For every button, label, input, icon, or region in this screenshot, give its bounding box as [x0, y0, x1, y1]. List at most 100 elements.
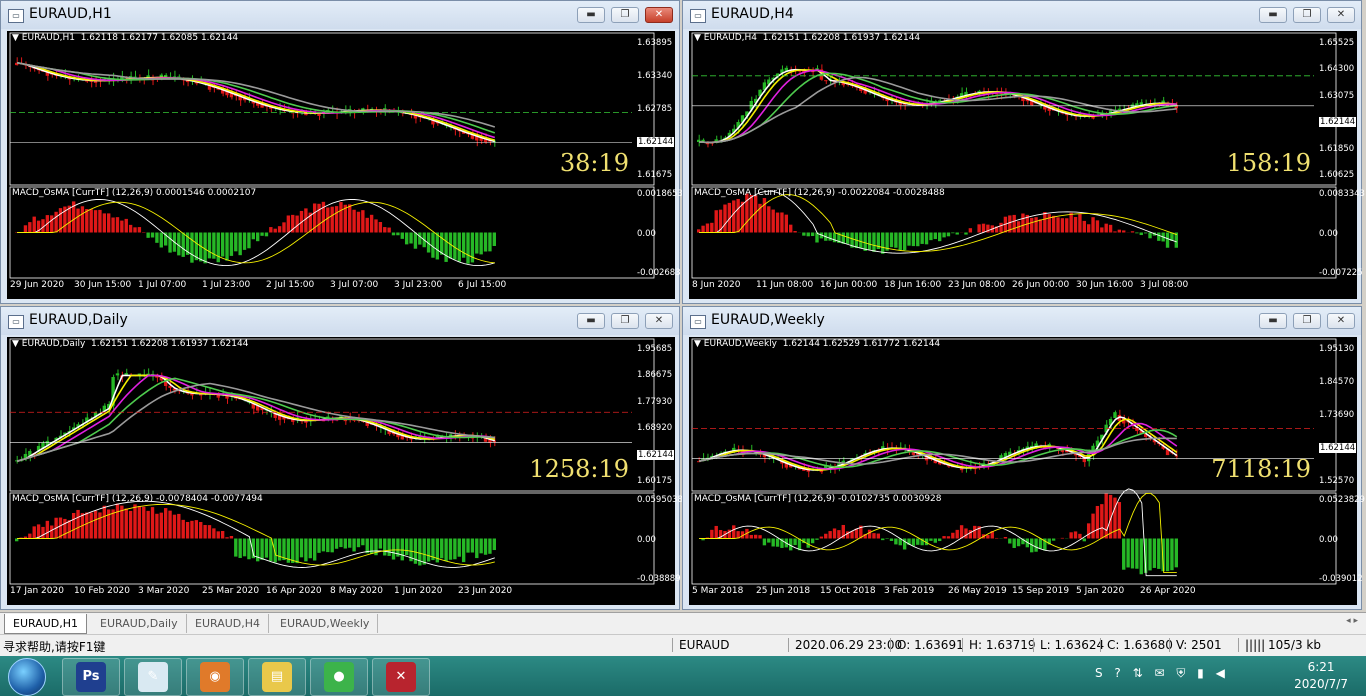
- macd-histogram-bar: [898, 232, 902, 250]
- price-chart[interactable]: ▼ EURAUD,Weekly 1.62144 1.62529 1.61772 …: [689, 337, 1365, 605]
- maximize-button[interactable]: ❐: [611, 7, 639, 23]
- price-scale[interactable]: 1.63895 1.63340 1.62785 1.62144 1.61675 0.001…: [634, 31, 683, 289]
- macd-histogram-bar: [894, 538, 898, 545]
- price-scale[interactable]: 1.95685 1.86675 1.77930 1.68920 1.62144 1.601…: [634, 337, 683, 595]
- tab-euraud-weekly[interactable]: EURAUD,Weekly: [272, 614, 379, 633]
- macd-histogram-bar: [483, 538, 488, 555]
- tab-euraud-h4[interactable]: EURAUD,H4: [187, 614, 270, 633]
- symbol-info: ▼ EURAUD,Weekly 1.62144 1.62529 1.61772 …: [694, 339, 940, 349]
- macd-histogram-bar: [444, 232, 448, 262]
- macd-histogram-bar: [181, 232, 185, 257]
- macd-histogram-bar: [273, 228, 277, 233]
- close-button[interactable]: ✕: [645, 313, 673, 329]
- minimize-button[interactable]: ▬: [577, 7, 605, 23]
- macd-histogram-bar: [845, 232, 850, 244]
- macd-histogram-bar: [1069, 532, 1073, 539]
- price-label: 1.95685: [637, 344, 673, 354]
- window-title: EURAUD,H4: [711, 6, 794, 22]
- minimize-button[interactable]: ▬: [1259, 313, 1287, 329]
- chart-menu-arrow-icon[interactable]: ▼: [694, 33, 704, 43]
- taskbar-app-paint[interactable]: ✎: [124, 658, 182, 696]
- taskbar-app-photoshop[interactable]: Ps: [62, 658, 120, 696]
- price-label: 1.84570: [1319, 377, 1355, 387]
- price-label: 1.64300: [1319, 64, 1355, 75]
- window-titlebar[interactable]: ▭ EURAUD,Weekly ▬ ❐ ✕: [683, 307, 1361, 335]
- candle-body: [1113, 412, 1117, 418]
- window-titlebar[interactable]: ▭ EURAUD,H1 ▬ ❐ ✕: [1, 1, 679, 29]
- macd-histogram-bar: [1021, 213, 1025, 233]
- macd-histogram-bar: [102, 505, 107, 539]
- macd-histogram-bar: [1174, 538, 1178, 568]
- window-titlebar[interactable]: ▭ EURAUD,H4 ▬ ❐ ✕: [683, 1, 1361, 29]
- macd-histogram-bar: [889, 232, 894, 248]
- macd-histogram-bar: [881, 538, 885, 541]
- macd-scale-label: -0.007225: [1319, 268, 1363, 278]
- price-chart[interactable]: ▼ EURAUD,Daily 1.62151 1.62208 1.61937 1…: [7, 337, 683, 605]
- price-chart[interactable]: ▼ EURAUD,H1 1.62118 1.62177 1.62085 1.62…: [7, 31, 683, 299]
- price-scale[interactable]: 1.95130 1.84570 1.73690 1.62144 1.52570 0.052…: [1316, 337, 1365, 595]
- macd-histogram-bar: [964, 528, 968, 539]
- taskbar-app-explorer[interactable]: ▤: [248, 658, 306, 696]
- macd-histogram-bar: [889, 538, 894, 541]
- macd-histogram-bar: [172, 514, 177, 539]
- macd-histogram-bar: [343, 538, 348, 549]
- chart-window-h4[interactable]: ▭ EURAUD,H4 ▬ ❐ ✕ ▼ EURAUD,H4 1.62151 1.62208…: [682, 0, 1365, 304]
- chart-menu-arrow-icon[interactable]: ▼: [12, 339, 22, 349]
- macd-histogram-bar: [418, 232, 422, 245]
- time-label: 25 Jun 2018: [756, 586, 811, 596]
- macd-histogram-bar: [1065, 218, 1069, 233]
- price-label: 1.73690: [1319, 410, 1355, 420]
- taskbar-app-wechat[interactable]: ●: [310, 658, 368, 696]
- macd-histogram-bar: [137, 227, 142, 233]
- price-chart[interactable]: ▼ EURAUD,H4 1.62151 1.62208 1.61937 1.62…: [689, 31, 1365, 299]
- maximize-button[interactable]: ❐: [1293, 7, 1321, 23]
- tab-euraud-daily[interactable]: EURAUD,Daily: [92, 614, 187, 633]
- macd-histogram-bar: [295, 215, 299, 233]
- macd-histogram-bar: [1148, 538, 1152, 571]
- maximize-button[interactable]: ❐: [1293, 313, 1321, 329]
- chart-window-daily[interactable]: ▭ EURAUD,Daily ▬ ❐ ✕ ▼ EURAUD,Daily 1.62151 1…: [0, 306, 683, 610]
- tab-euraud-h1[interactable]: EURAUD,H1: [4, 614, 88, 634]
- start-button[interactable]: [8, 658, 46, 696]
- candle-body: [824, 80, 828, 82]
- macd-histogram-bar: [155, 232, 159, 243]
- price-scale[interactable]: 1.65525 1.64300 1.63075 1.62144 1.61850 1.606…: [1316, 31, 1365, 289]
- macd-histogram-bar: [697, 229, 701, 233]
- macd-histogram-bar: [981, 223, 986, 233]
- photoshop-icon: Ps: [76, 662, 106, 692]
- maximize-button[interactable]: ❐: [611, 313, 639, 329]
- macd-histogram-bar: [339, 538, 343, 548]
- close-button[interactable]: ✕: [645, 7, 673, 23]
- tab-scroll-arrows[interactable]: ◂ ▸: [1346, 616, 1358, 626]
- macd-histogram-bar: [872, 232, 876, 252]
- minimize-button[interactable]: ▬: [577, 313, 605, 329]
- macd-info: MACD_OsMA [CurrTF] (12,26,9) -0.0022084 …: [694, 188, 945, 198]
- moving-average-line: [16, 374, 496, 462]
- system-tray-icons[interactable]: S ? ⇅ ✉ ⛨ ▮ ◀: [1095, 666, 1229, 681]
- macd-histogram-bar: [828, 531, 832, 539]
- macd-histogram-bar: [872, 533, 876, 539]
- minimize-button[interactable]: ▬: [1259, 7, 1287, 23]
- macd-histogram-bar: [938, 538, 942, 542]
- chart-window-h1[interactable]: ▭ EURAUD,H1 ▬ ❐ ✕ ▼ EURAUD,H1 1.62118 1.62177…: [0, 0, 683, 304]
- macd-histogram-bar: [929, 232, 933, 241]
- taskbar-app-metatrader[interactable]: ✕: [372, 658, 430, 696]
- macd-histogram-bar: [1030, 217, 1034, 233]
- taskbar-clock[interactable]: 6:21 2020/7/7: [1294, 659, 1348, 693]
- macd-histogram-bar: [234, 538, 238, 557]
- chart-menu-arrow-icon[interactable]: ▼: [694, 339, 704, 349]
- macd-histogram-bar: [767, 206, 771, 233]
- macd-histogram-bar: [483, 232, 488, 252]
- close-button[interactable]: ✕: [1327, 313, 1355, 329]
- macd-histogram-bar: [488, 538, 492, 554]
- chart-menu-arrow-icon[interactable]: ▼: [12, 33, 22, 43]
- chart-window-weekly[interactable]: ▭ EURAUD,Weekly ▬ ❐ ✕ ▼ EURAUD,Weekly 1.62144…: [682, 306, 1365, 610]
- macd-histogram-bar: [929, 538, 933, 541]
- time-label: 16 Jun 00:00: [820, 280, 878, 290]
- taskbar-app-firefox[interactable]: ◉: [186, 658, 244, 696]
- macd-histogram-bar: [1135, 232, 1139, 234]
- close-button[interactable]: ✕: [1327, 7, 1355, 23]
- macd-histogram-bar: [124, 508, 128, 539]
- status-close: C: 1.63680: [1100, 638, 1173, 652]
- window-titlebar[interactable]: ▭ EURAUD,Daily ▬ ❐ ✕: [1, 307, 679, 335]
